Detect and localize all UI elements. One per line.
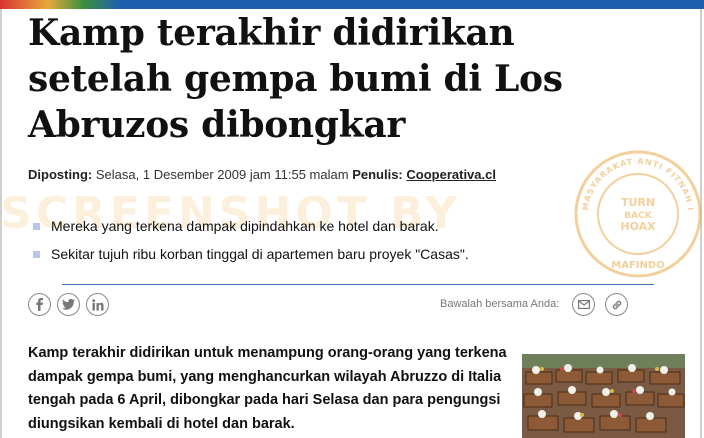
send-label: Bawalah bersama Anda: [440, 298, 560, 310]
article-photo[interactable] [522, 354, 685, 438]
site-logo-swoosh [0, 0, 120, 9]
author-label: Penulis: [352, 167, 403, 182]
email-icon[interactable] [572, 293, 595, 316]
linkedin-icon[interactable] [86, 293, 109, 316]
send-actions [572, 293, 628, 316]
article-lead-paragraph: Kamp terakhir didirikan untuk menampung … [28, 345, 507, 432]
social-share-bar [28, 293, 109, 316]
link-icon[interactable] [605, 293, 628, 316]
twitter-icon[interactable] [57, 293, 80, 316]
section-divider [62, 284, 654, 285]
article-title: Kamp terakhir didirikan setelah gempa bu… [28, 12, 563, 146]
site-top-bar [0, 0, 704, 9]
author-link[interactable]: Cooperativa.cl [406, 167, 496, 182]
seal-center-line-1: TURN [621, 196, 655, 209]
article-summary-list: Mereka yang terkena dampak dipindahkan k… [33, 212, 469, 268]
facebook-icon[interactable] [28, 293, 51, 316]
seal-center-line-3: HOAX [620, 220, 656, 233]
summary-bullet: Sekitar tujuh ribu korban tinggal di apa… [33, 240, 469, 268]
summary-bullet: Mereka yang terkena dampak dipindahkan k… [33, 212, 469, 240]
mafindo-seal-icon: MASYARAKAT ANTI FITNAH INDONESIA TURN BA… [572, 148, 702, 278]
posted-date: Selasa, 1 Desember 2009 jam 11:55 malam [95, 167, 349, 182]
article-byline: Diposting: Selasa, 1 Desember 2009 jam 1… [28, 167, 496, 182]
seal-bottom-text: MAFINDO [611, 260, 664, 271]
posted-label: Diposting: [28, 167, 93, 182]
